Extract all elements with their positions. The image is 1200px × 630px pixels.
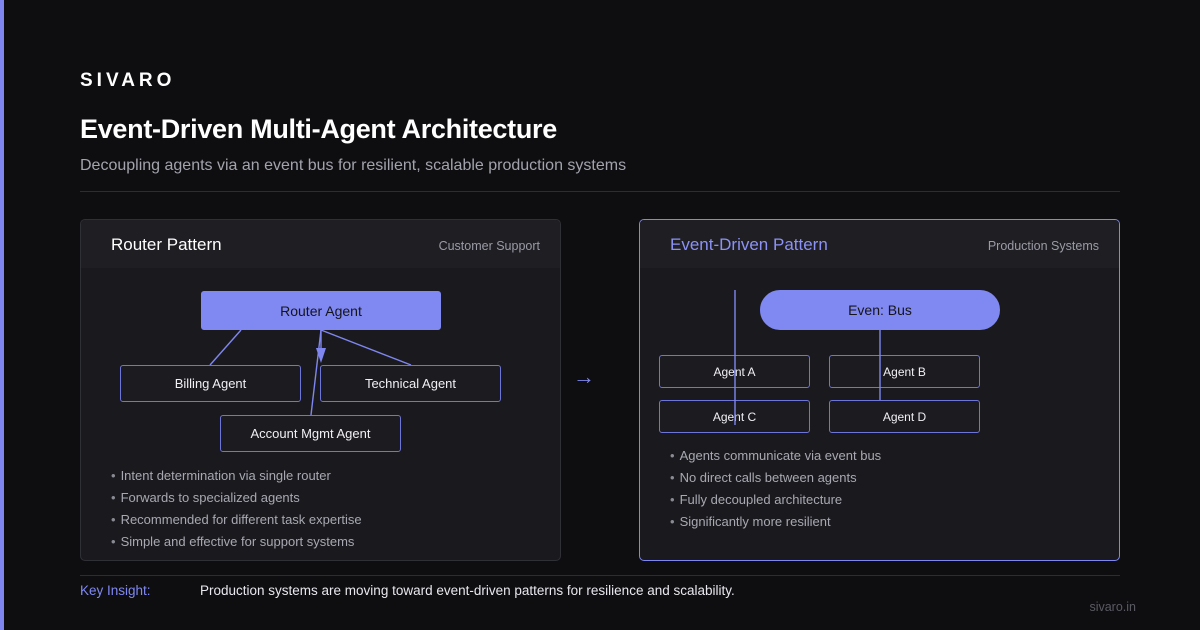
connector-technical [320, 329, 412, 366]
agent-d-node: Agent D [829, 400, 980, 433]
list-item: • Forwards to specialized agents [111, 490, 300, 505]
site-url: sivaro.in [1089, 600, 1136, 614]
agent-b-node: Agent B [829, 355, 980, 388]
transition-arrow-icon: → [573, 364, 595, 389]
brand-logo: SIVARO [80, 70, 176, 91]
router-pattern-panel: Router Pattern Customer Support Router A… [80, 219, 561, 561]
list-item: • No direct calls between agents [670, 470, 857, 485]
account-mgmt-agent-node: Account Mgmt Agent [220, 415, 401, 452]
event-bus-node: Even: Bus [760, 290, 1000, 330]
list-item: • Recommended for different task expertis… [111, 512, 362, 527]
top-divider [80, 191, 1120, 192]
panel-header: Event-Driven Pattern Production Systems [640, 220, 1119, 268]
event-driven-pattern-panel: Event-Driven Pattern Production Systems … [639, 219, 1120, 561]
connector-billing [209, 329, 242, 366]
list-item: • Agents communicate via event bus [670, 448, 882, 463]
agent-c-node: Agent C [659, 400, 810, 433]
billing-agent-node: Billing Agent [120, 365, 301, 402]
list-item: • Fully decoupled architecture [670, 492, 843, 507]
technical-agent-node: Technical Agent [320, 365, 501, 402]
panel-title: Event-Driven Pattern [670, 235, 828, 254]
key-insight-label: Key Insight: [80, 583, 151, 598]
page-subtitle: Decoupling agents via an event bus for r… [80, 157, 627, 174]
list-item: • Simple and effective for support system… [111, 534, 355, 549]
page-title: Event-Driven Multi-Agent Architecture [80, 114, 557, 144]
event-bullets: • Agents communicate via event bus • No di… [670, 445, 881, 533]
list-item: • Significantly more resilient [670, 514, 831, 529]
agent-a-node: Agent A [659, 355, 810, 388]
bottom-divider [80, 575, 1120, 576]
router-agent-node: Router Agent [201, 291, 441, 330]
list-item: • Intent determination via single router [111, 468, 331, 483]
panel-tag: Production Systems [987, 239, 1099, 253]
left-accent-bar [0, 0, 4, 630]
key-insight-text: Production systems are moving toward eve… [200, 583, 735, 598]
router-bullets: • Intent determination via single router … [111, 465, 362, 553]
